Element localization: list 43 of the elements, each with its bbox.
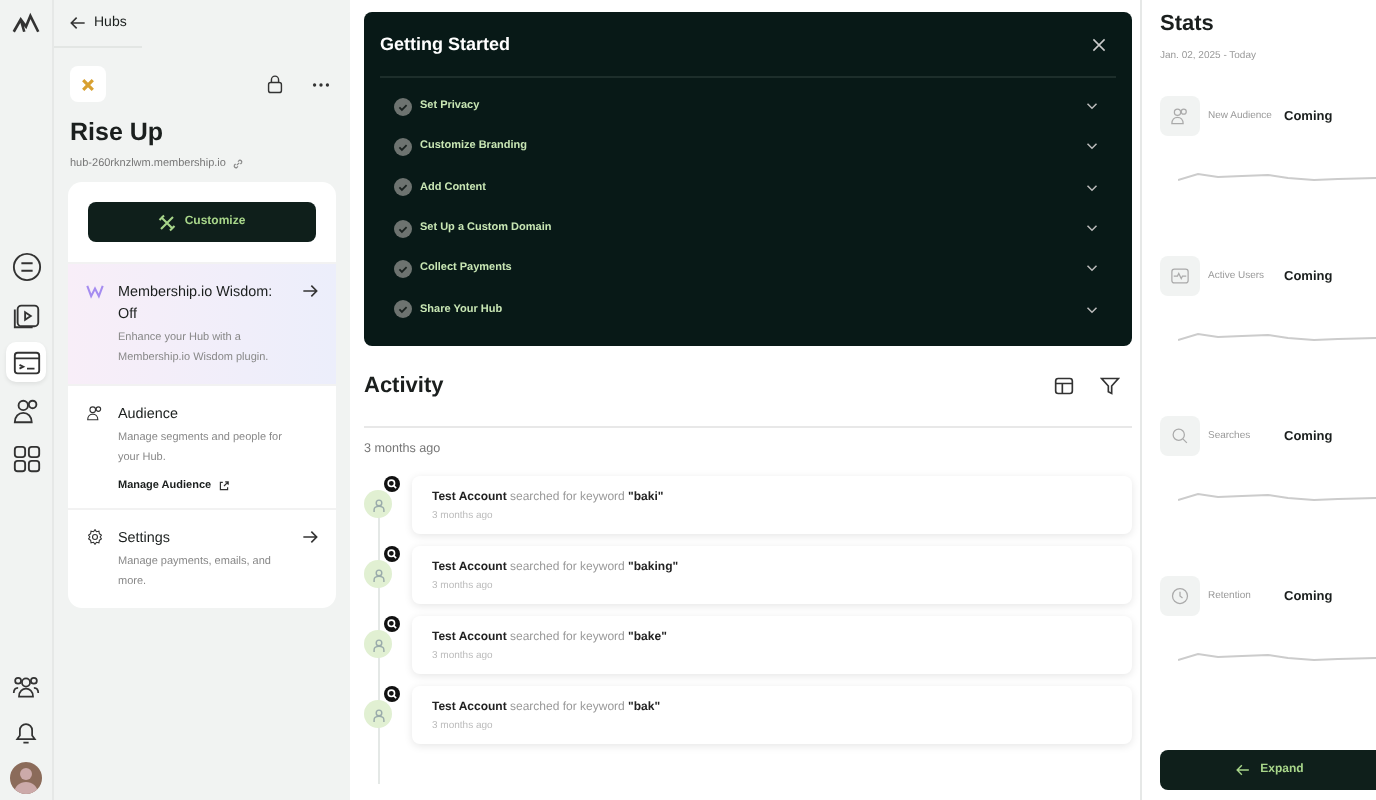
arrow-right-icon[interactable] — [302, 284, 318, 298]
filter-icon[interactable] — [1100, 375, 1120, 396]
people-icon — [1160, 96, 1200, 136]
bell-icon[interactable] — [12, 718, 40, 746]
user-avatar-icon — [364, 560, 392, 589]
clock-icon — [1160, 576, 1200, 616]
calendar-icon[interactable] — [1054, 375, 1074, 396]
tools-icon — [158, 213, 177, 231]
user-avatar-icon — [364, 630, 392, 659]
search-badge-icon — [384, 685, 400, 702]
close-icon[interactable] — [1092, 37, 1106, 51]
chevron-down-icon[interactable] — [1086, 102, 1098, 111]
avatar[interactable] — [10, 762, 42, 794]
hub-logo — [70, 66, 106, 102]
activity-title: Activity — [364, 373, 444, 398]
arrow-left-icon — [70, 16, 86, 30]
user-avatar-icon — [364, 700, 392, 729]
search-badge-icon — [384, 615, 400, 632]
chevron-down-icon[interactable] — [1086, 224, 1098, 233]
panel-title: Getting Started — [380, 34, 511, 54]
people-icon — [86, 404, 104, 422]
pulse-icon — [1160, 256, 1200, 296]
user-avatar-icon — [364, 490, 392, 519]
lock-icon[interactable] — [266, 74, 284, 94]
w-logo-icon — [86, 282, 104, 300]
gear-icon — [86, 528, 104, 546]
stats-title: Stats — [1160, 12, 1216, 36]
nav-button[interactable] — [6, 342, 46, 382]
chevron-down-icon[interactable] — [1086, 264, 1098, 273]
external-link-icon — [217, 480, 230, 492]
link-icon[interactable] — [231, 158, 244, 170]
search-icon — [1160, 416, 1200, 456]
mountain-logo-icon[interactable] — [12, 12, 40, 34]
arrow-left-icon — [1236, 764, 1251, 776]
arrow-right-icon[interactable] — [302, 530, 318, 544]
search-badge-icon — [384, 545, 400, 562]
hub-title: Rise Up — [68, 116, 166, 146]
more-icon[interactable] — [312, 81, 330, 87]
chevron-down-icon[interactable] — [1086, 142, 1098, 151]
chevron-down-icon[interactable] — [1086, 183, 1098, 192]
group-icon[interactable] — [12, 672, 40, 700]
search-badge-icon — [384, 475, 400, 492]
chevron-down-icon[interactable] — [1086, 305, 1098, 314]
